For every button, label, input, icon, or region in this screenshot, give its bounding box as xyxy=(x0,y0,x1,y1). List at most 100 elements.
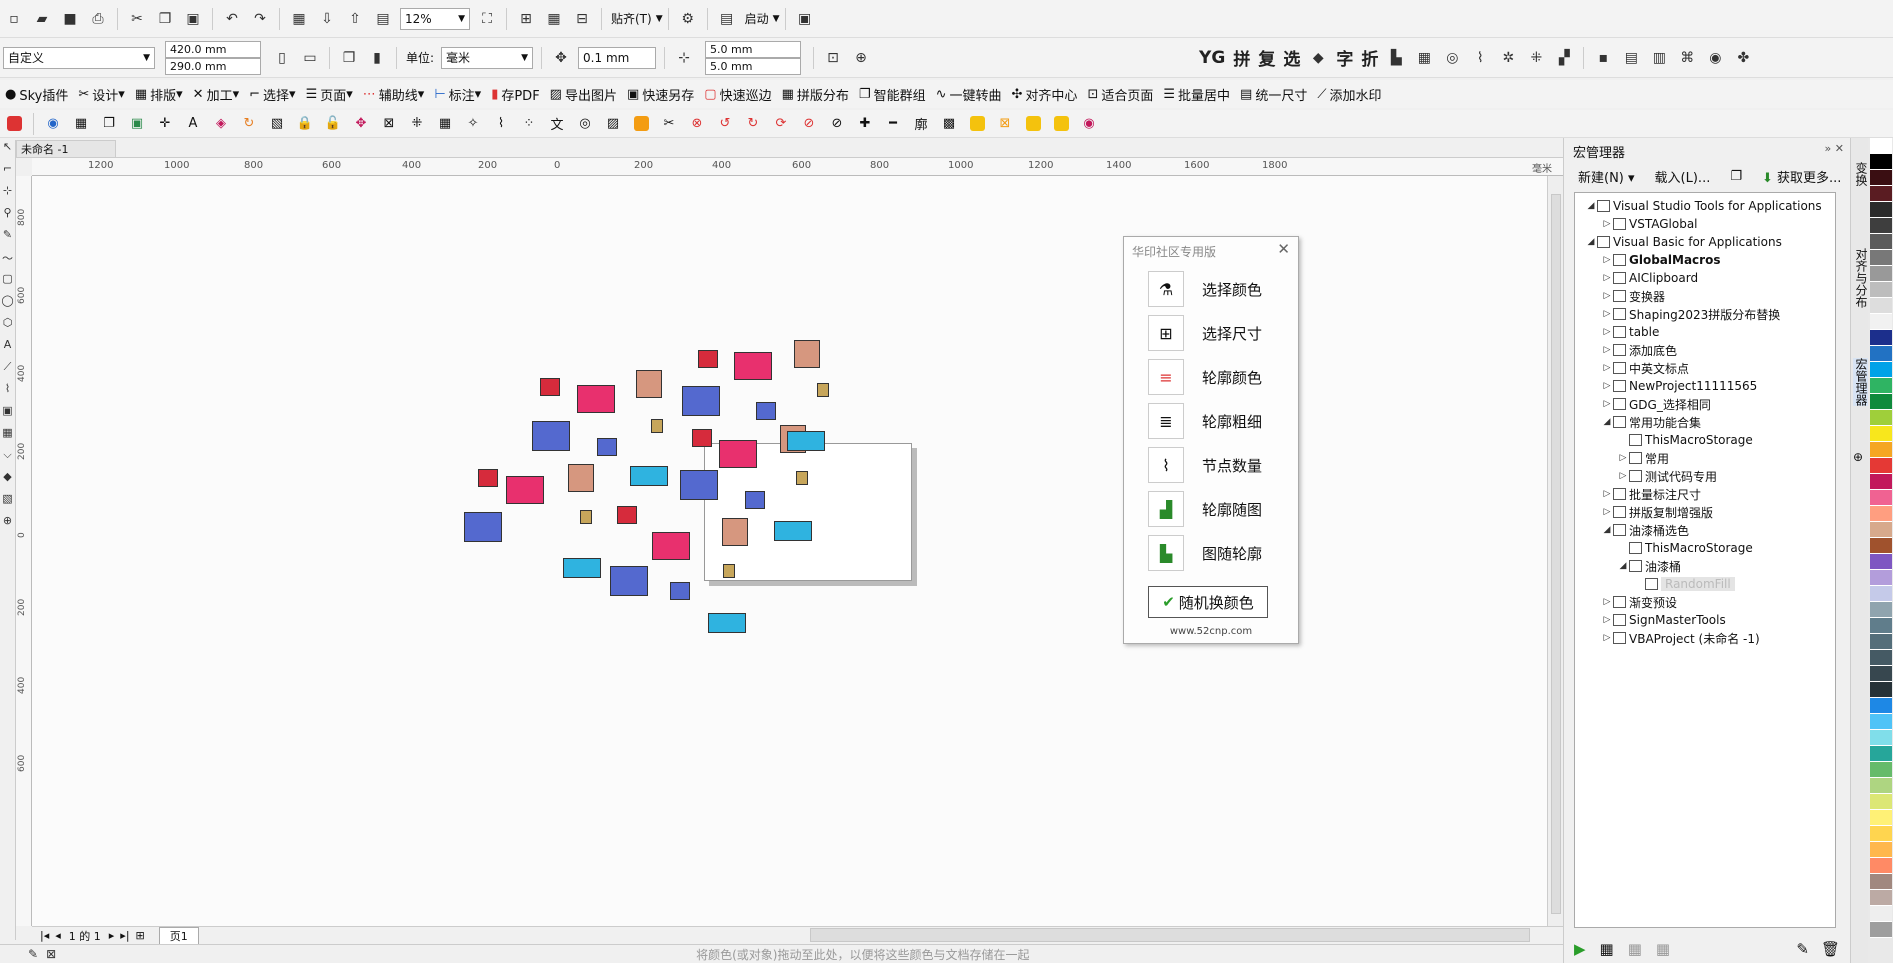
macro-tree-item[interactable]: ▷ 测试代码专用 xyxy=(1617,467,1717,485)
color-swatch[interactable] xyxy=(1870,426,1892,442)
unlock-icon[interactable]: 🔓 xyxy=(321,113,345,135)
macro-tree-item[interactable]: ▷ 批量标注尺寸 xyxy=(1601,485,1701,503)
collapsed-icon[interactable]: ▷ xyxy=(1601,399,1613,409)
pen-icon[interactable]: ✎ xyxy=(28,947,38,961)
color-swatch[interactable] xyxy=(1870,746,1892,762)
macro-tree-item[interactable]: ◢ 常用功能合集 xyxy=(1601,413,1701,431)
yg-icon[interactable]: YG xyxy=(1199,48,1225,68)
calendar-icon[interactable]: ▦ xyxy=(69,113,93,135)
table-icon[interactable]: ▦ xyxy=(433,113,457,135)
plugin-item[interactable]: ☰ 批量居中 xyxy=(1163,85,1230,104)
select-color-button[interactable]: ⚗ 选择颜色 xyxy=(1148,269,1288,309)
shape-rectangle[interactable] xyxy=(745,491,765,509)
color-swatch[interactable] xyxy=(1870,138,1892,154)
red-tool-icon[interactable] xyxy=(2,113,26,135)
macro-tree-item[interactable]: ▷ 渐变预设 xyxy=(1601,593,1677,611)
lock-icon[interactable]: 🔒 xyxy=(293,113,317,135)
ellipse-tool-icon[interactable]: ◯ xyxy=(0,294,15,316)
color-wheel-icon[interactable]: ◆ xyxy=(1307,47,1329,69)
interactive-fill-icon[interactable]: ◆ xyxy=(0,470,15,492)
measure-icon[interactable]: ⊘ xyxy=(825,113,849,135)
color-swatch[interactable] xyxy=(1870,554,1892,570)
zoom-select[interactable]: 12% ▼ xyxy=(400,7,470,30)
color-swatch[interactable] xyxy=(1870,442,1892,458)
outline-follow-image-button[interactable]: ▟ 轮廓随图 xyxy=(1148,489,1288,529)
current-page-icon[interactable]: ▮ xyxy=(366,47,388,69)
refresh-90-icon[interactable]: ↻ xyxy=(741,113,765,135)
color-swatch[interactable] xyxy=(1870,250,1892,266)
text-box-icon[interactable]: 文 xyxy=(545,113,569,135)
landscape-icon[interactable]: ▭ xyxy=(299,47,321,69)
vertical-ruler[interactable]: 800 600 400 200 0 200 400 600 xyxy=(16,176,32,926)
shape-rectangle[interactable] xyxy=(719,440,757,468)
copy-icon[interactable]: ❐ xyxy=(154,8,176,30)
palette-icon[interactable]: ▞ xyxy=(1553,47,1575,69)
color-swatch[interactable] xyxy=(1870,474,1892,490)
scatter-icon[interactable]: ⁜ xyxy=(1525,47,1547,69)
docker-controls[interactable]: » ✕ xyxy=(1825,142,1844,155)
shape-rectangle[interactable] xyxy=(723,564,735,578)
search-content-icon[interactable]: ▦ xyxy=(288,8,310,30)
first-page-icon[interactable]: |◂ xyxy=(40,929,49,942)
x-square-icon[interactable]: ⊠ xyxy=(993,113,1017,135)
plugin-item[interactable]: ⋯ 辅助线 ▾ xyxy=(363,85,425,104)
color-swatch[interactable] xyxy=(1870,650,1892,666)
shape-rectangle[interactable] xyxy=(652,532,690,560)
get-more-button[interactable]: ⬇ 获取更多... xyxy=(1762,167,1841,186)
cut-tool-icon[interactable]: ✂ xyxy=(657,113,681,135)
polygon-tool-icon[interactable]: ⬡ xyxy=(0,316,15,338)
color-swatch[interactable] xyxy=(1870,874,1892,890)
prev-page-icon[interactable]: ◂ xyxy=(55,929,61,942)
shape-rectangle[interactable] xyxy=(698,350,718,368)
unit-select[interactable]: 毫米 ▼ xyxy=(441,46,534,69)
collapsed-icon[interactable]: ▷ xyxy=(1601,255,1613,265)
clipboard-icon[interactable]: ▙ xyxy=(1385,47,1407,69)
shape-rectangle[interactable] xyxy=(692,429,712,447)
ps-icon[interactable]: ▪ xyxy=(1592,47,1614,69)
macro-tree-item[interactable]: ▷ GlobalMacros xyxy=(1601,251,1721,269)
color-swatch[interactable] xyxy=(1870,522,1892,538)
last-page-icon[interactable]: ▸| xyxy=(120,929,129,942)
page-border-icon[interactable]: ⊡ xyxy=(822,47,844,69)
macro-tree-item[interactable]: ▷ AIClipboard xyxy=(1601,269,1699,287)
color-swatch[interactable] xyxy=(1870,154,1892,170)
color-swatch[interactable] xyxy=(1870,202,1892,218)
shape-rectangle[interactable] xyxy=(708,613,746,633)
snap-menu[interactable]: 贴齐(T) xyxy=(611,10,652,27)
curve-node-icon[interactable]: ⌇ xyxy=(1469,47,1491,69)
shape-rectangle[interactable] xyxy=(651,419,663,433)
save-icon[interactable]: ■ xyxy=(59,8,81,30)
rightbar-item[interactable]: 复 xyxy=(1258,45,1275,70)
horizontal-ruler[interactable]: 1200 1000 800 600 400 200 0 200 400 600 800 1000 120… xyxy=(32,158,1563,176)
ruler-icon[interactable]: ⊘ xyxy=(797,113,821,135)
macro-tree-item[interactable]: ▷ 变换器 xyxy=(1601,287,1665,305)
smart-fill-icon[interactable]: ▧ xyxy=(0,492,15,514)
rightbar-item[interactable]: 选 xyxy=(1283,45,1300,70)
close-icon[interactable]: ✕ xyxy=(1277,240,1290,258)
shape-rectangle[interactable] xyxy=(796,471,808,485)
close-circle-icon[interactable]: ⊗ xyxy=(685,113,709,135)
plugin-item[interactable]: ✕ 加工 ▾ xyxy=(193,85,239,104)
color-swatch[interactable] xyxy=(1870,266,1892,282)
plugin-item[interactable]: ▦ 排版 ▾ xyxy=(135,85,183,104)
collapsed-icon[interactable]: ▷ xyxy=(1601,381,1613,391)
expanded-icon[interactable]: ◢ xyxy=(1601,525,1613,535)
connector-tool-icon[interactable]: ⌇ xyxy=(0,382,15,404)
color-swatch[interactable] xyxy=(1870,362,1892,378)
pick-tool-icon[interactable]: ↖ xyxy=(0,140,15,162)
plugin-item[interactable]: ▮ 存PDF xyxy=(491,85,539,104)
shape-rectangle[interactable] xyxy=(794,340,820,368)
shape-rectangle[interactable] xyxy=(610,566,648,596)
shape-tool-icon[interactable]: ⌐ xyxy=(0,162,15,184)
map-icon[interactable]: ▩ xyxy=(937,113,961,135)
color-swatch[interactable] xyxy=(1870,842,1892,858)
color-swatch[interactable] xyxy=(1870,698,1892,714)
macro-tree-item[interactable]: ▷ table xyxy=(1601,323,1660,341)
dialog-footer-url[interactable]: www.52cnp.com xyxy=(1124,626,1298,637)
all-pages-icon[interactable]: ❐ xyxy=(338,47,360,69)
color-swatch[interactable] xyxy=(1870,410,1892,426)
nudge-field[interactable]: 0.1 mm xyxy=(578,46,657,69)
bitmap-icon[interactable]: ▧ xyxy=(265,113,289,135)
page-width-field[interactable]: 420.0 mm xyxy=(165,40,261,58)
shape-rectangle[interactable] xyxy=(580,510,592,524)
